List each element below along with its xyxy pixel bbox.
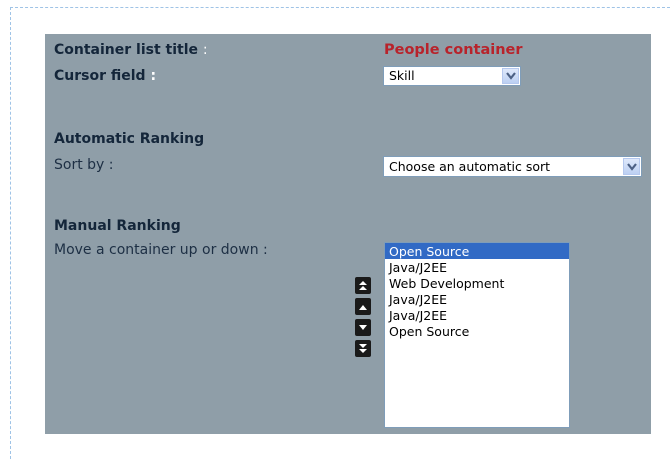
automatic-ranking-heading: Automatic Ranking <box>54 131 205 147</box>
cursor-field-select-value: Skill <box>389 68 415 83</box>
list-item[interactable]: Java/J2EE <box>385 291 569 307</box>
sort-by-label: Sort by : <box>54 157 114 173</box>
move-container-label: Move a container up or down : <box>54 242 268 258</box>
list-item[interactable]: Web Development <box>385 275 569 291</box>
move-top-icon[interactable] <box>355 277 371 294</box>
automatic-sort-select[interactable]: Choose an automatic sort <box>383 156 642 177</box>
cursor-field-select[interactable]: Skill <box>383 66 521 86</box>
container-list-title-label: Container list title : <box>54 42 208 59</box>
cursor-field-colon: : <box>150 68 157 84</box>
list-item[interactable]: Open Source <box>385 323 569 339</box>
ranking-panel: Container list title : People container … <box>45 34 651 434</box>
move-down-icon[interactable] <box>355 319 371 336</box>
container-order-listbox[interactable]: Open Source Java/J2EE Web Development Ja… <box>384 242 570 428</box>
dashed-border-top <box>10 7 670 8</box>
list-item[interactable]: Java/J2EE <box>385 307 569 323</box>
list-item[interactable]: Java/J2EE <box>385 259 569 275</box>
container-list-title-text: Container list title <box>54 42 199 58</box>
move-bottom-icon[interactable] <box>355 340 371 357</box>
chevron-down-icon[interactable] <box>623 158 640 175</box>
list-item[interactable]: Open Source <box>385 243 569 259</box>
cursor-field-text: Cursor field <box>54 68 146 84</box>
automatic-sort-select-value: Choose an automatic sort <box>389 159 551 174</box>
container-list-title-value: People container <box>384 42 523 58</box>
chevron-down-icon[interactable] <box>502 68 519 84</box>
manual-ranking-heading: Manual Ranking <box>54 218 181 234</box>
cursor-field-label: Cursor field : <box>54 68 156 85</box>
move-up-icon[interactable] <box>355 298 371 315</box>
container-list-title-colon: : <box>202 42 208 58</box>
dashed-border-left <box>10 7 11 459</box>
